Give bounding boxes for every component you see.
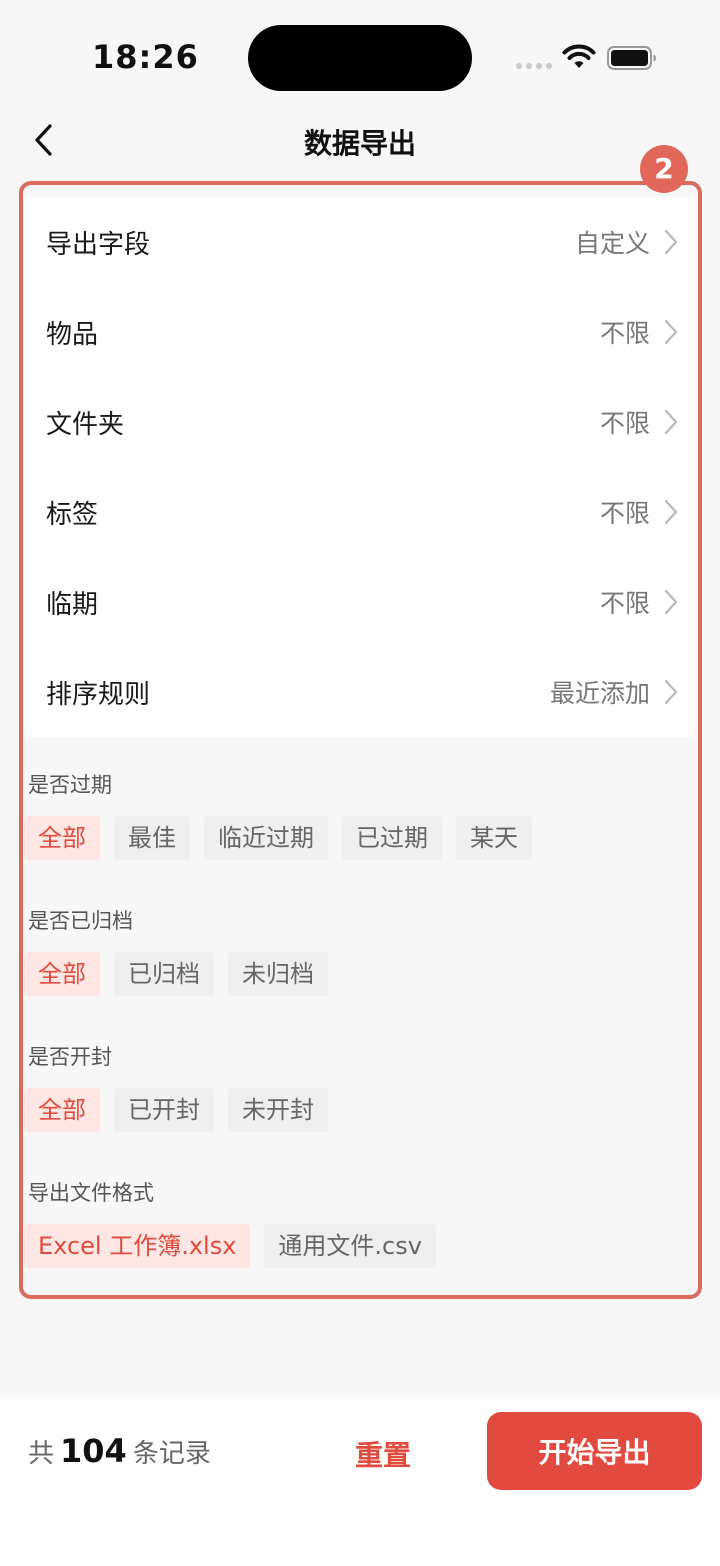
row-label: 标签 [46, 499, 99, 530]
chevron-right-icon [664, 589, 678, 615]
chevron-right-icon [664, 229, 678, 255]
row-label: 导出字段 [46, 229, 151, 260]
chip-opened-yes[interactable]: 已开封 [114, 1088, 214, 1132]
chip-opened-all[interactable]: 全部 [24, 1088, 100, 1132]
row-value: 最近添加 [549, 679, 650, 708]
row-value: 不限 [599, 499, 650, 528]
step-badge: 2 [640, 145, 688, 193]
chevron-right-icon [664, 409, 678, 435]
chip-expired-best[interactable]: 最佳 [114, 816, 190, 860]
chip-archived-no[interactable]: 未归档 [228, 952, 328, 996]
record-count: 共 104 条记录 [28, 1432, 211, 1470]
status-time: 18:26 [92, 38, 199, 76]
row-label: 排序规则 [46, 679, 151, 710]
chip-group-opened: 全部 已开封 未开封 [24, 1088, 328, 1132]
row-label: 文件夹 [46, 409, 125, 440]
chip-opened-no[interactable]: 未开封 [228, 1088, 328, 1132]
chip-expired-someday[interactable]: 某天 [456, 816, 532, 860]
row-label: 临期 [46, 589, 99, 620]
row-export-fields[interactable]: 导出字段 自定义 [24, 197, 696, 287]
dynamic-island [248, 25, 472, 91]
row-value: 不限 [599, 409, 650, 438]
row-items[interactable]: 物品 不限 [24, 287, 696, 377]
chip-format-xlsx[interactable]: Excel 工作簿.xlsx [24, 1224, 251, 1268]
chevron-right-icon [664, 319, 678, 345]
chip-archived-yes[interactable]: 已归档 [114, 952, 214, 996]
chip-group-format: Excel 工作簿.xlsx 通用文件.csv [24, 1224, 436, 1268]
wifi-icon [562, 44, 596, 68]
section-title-opened: 是否开封 [28, 1045, 112, 1069]
chip-archived-all[interactable]: 全部 [24, 952, 100, 996]
chevron-right-icon [664, 499, 678, 525]
record-count-suffix: 条记录 [132, 1439, 211, 1469]
chip-group-expired: 全部 最佳 临近过期 已过期 某天 [24, 816, 532, 860]
section-title-format: 导出文件格式 [28, 1181, 154, 1205]
row-value: 不限 [599, 589, 650, 618]
start-export-button[interactable]: 开始导出 [487, 1412, 702, 1490]
battery-icon [607, 46, 656, 70]
row-value: 自定义 [574, 229, 650, 258]
row-sort-rule[interactable]: 排序规则 最近添加 [24, 647, 696, 737]
chip-group-archived: 全部 已归档 未归档 [24, 952, 328, 996]
section-title-expired: 是否过期 [28, 773, 112, 797]
cellular-signal-icon [516, 63, 552, 69]
chevron-right-icon [664, 679, 678, 705]
chip-expired-near[interactable]: 临近过期 [204, 816, 328, 860]
bottom-action-bar: 共 104 条记录 重置 开始导出 [0, 1398, 720, 1566]
reset-button[interactable]: 重置 [355, 1434, 411, 1474]
row-folder[interactable]: 文件夹 不限 [24, 377, 696, 467]
record-count-number: 104 [60, 1432, 127, 1470]
export-settings-card: 导出字段 自定义 物品 不限 文件夹 不限 标签 不限 临期 不限 排序规则 最… [24, 197, 696, 737]
row-value: 不限 [599, 319, 650, 348]
record-count-prefix: 共 [28, 1439, 55, 1469]
chip-expired-all[interactable]: 全部 [24, 816, 100, 860]
navigation-bar: 数据导出 [0, 110, 720, 172]
page-title: 数据导出 [303, 127, 416, 160]
chip-format-csv[interactable]: 通用文件.csv [264, 1224, 436, 1268]
chip-expired-expired[interactable]: 已过期 [342, 816, 442, 860]
section-title-archived: 是否已归档 [28, 909, 133, 933]
row-tags[interactable]: 标签 不限 [24, 467, 696, 557]
status-bar: 18:26 [0, 0, 720, 110]
row-label: 物品 [46, 319, 99, 350]
screen: 18:26 数据导出 导出字段 自定义 物品 不限 文件夹 不限 标签 不限 临… [0, 0, 720, 1566]
row-expiring[interactable]: 临期 不限 [24, 557, 696, 647]
